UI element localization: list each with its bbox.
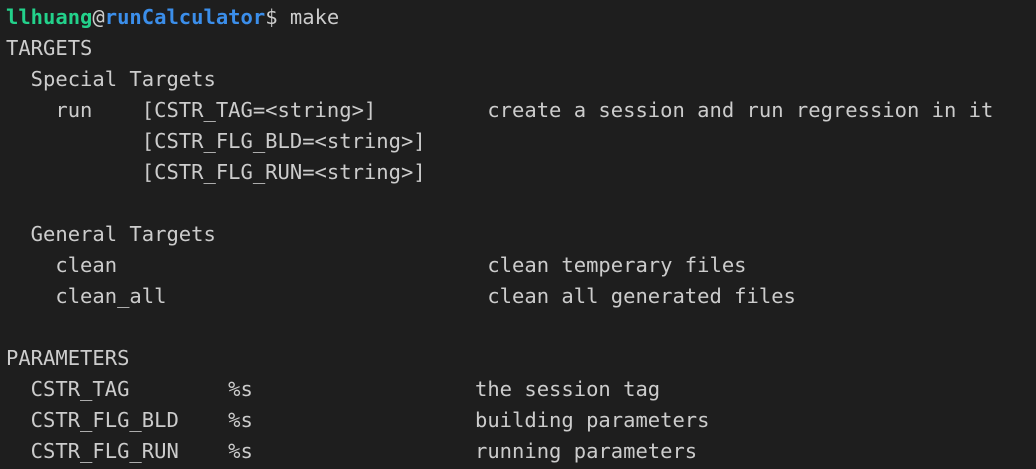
prompt-line: llhuang@runCalculator$ make: [6, 2, 1036, 33]
param-cstr-flg-bld-line: CSTR_FLG_BLD %s building parameters: [6, 408, 710, 432]
heading-targets: TARGETS: [6, 36, 93, 60]
terminal-window[interactable]: llhuang@runCalculator$ make TARGETS Spec…: [0, 0, 1036, 469]
prompt-command: make: [289, 5, 340, 29]
target-run-option-run: [CSTR_FLG_RUN=<string>]: [6, 160, 426, 184]
subheading-special-targets: Special Targets: [6, 67, 216, 91]
prompt-at: @: [92, 5, 105, 29]
target-run-line: run [CSTR_TAG=<string>] create a session…: [6, 98, 994, 122]
target-clean-line: clean clean temperary files: [6, 253, 747, 277]
heading-parameters: PARAMETERS: [6, 346, 130, 370]
param-cstr-tag-line: CSTR_TAG %s the session tag: [6, 377, 661, 401]
prompt-symbol: $: [265, 5, 278, 29]
prompt-host: runCalculator: [104, 5, 266, 29]
subheading-general-targets: General Targets: [6, 222, 216, 246]
prompt-user: llhuang: [6, 5, 93, 29]
param-cstr-flg-run-line: CSTR_FLG_RUN %s running parameters: [6, 439, 698, 463]
target-clean-all-line: clean_all clean all generated files: [6, 284, 796, 308]
target-run-option-bld: [CSTR_FLG_BLD=<string>]: [6, 129, 426, 153]
